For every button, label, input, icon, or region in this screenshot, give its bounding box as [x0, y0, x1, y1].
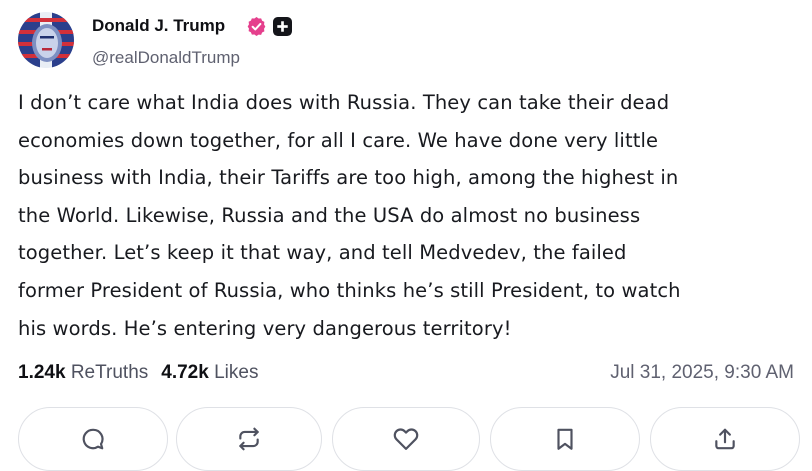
likes-count: 4.72k: [161, 362, 209, 383]
post-text-line: economies down together, for all I care.…: [18, 128, 659, 152]
post-text: I don’t care what India does with Russia…: [18, 84, 808, 347]
bookmark-button[interactable]: [490, 407, 640, 471]
post-text-line: business with India, their Tariffs are t…: [18, 166, 679, 190]
avatar[interactable]: [18, 12, 74, 68]
likes-label: Likes: [214, 362, 259, 383]
post-text-line: together. Let’s keep it that way, and te…: [18, 241, 627, 265]
verified-badge-icon: [246, 16, 267, 37]
post-timestamp[interactable]: Jul 31, 2025, 9:30 AM: [610, 361, 794, 385]
heart-icon: [393, 426, 419, 452]
retruth-button[interactable]: [176, 407, 322, 471]
repost-icon: [236, 426, 262, 452]
likes-stat[interactable]: 4.72k Likes: [161, 362, 258, 383]
retruths-label: ReTruths: [70, 362, 149, 383]
retruths-count: 1.24k: [18, 362, 66, 383]
avatar-image: [18, 12, 74, 68]
bookmark-icon: [552, 426, 578, 452]
post-text-line: his words. He’s entering very dangerous …: [18, 316, 512, 340]
post-text-line: former President of Russia, who thinks h…: [18, 278, 681, 302]
comment-icon: [80, 426, 106, 452]
plus-badge-icon: [273, 17, 292, 36]
share-button[interactable]: [650, 407, 800, 471]
post-text-line: I don’t care what India does with Russia…: [18, 91, 670, 114]
reply-button[interactable]: [18, 407, 168, 471]
post-stats: 1.24k ReTruths 4.72k Likes: [18, 361, 258, 385]
handle[interactable]: @realDonaldTrump: [92, 47, 240, 69]
post-text-line: the World. Likewise, Russia and the USA …: [18, 203, 641, 227]
retruths-stat[interactable]: 1.24k ReTruths: [18, 362, 148, 383]
share-icon: [712, 426, 738, 452]
display-name[interactable]: Donald J. Trump: [92, 15, 225, 37]
like-button[interactable]: [332, 407, 480, 471]
